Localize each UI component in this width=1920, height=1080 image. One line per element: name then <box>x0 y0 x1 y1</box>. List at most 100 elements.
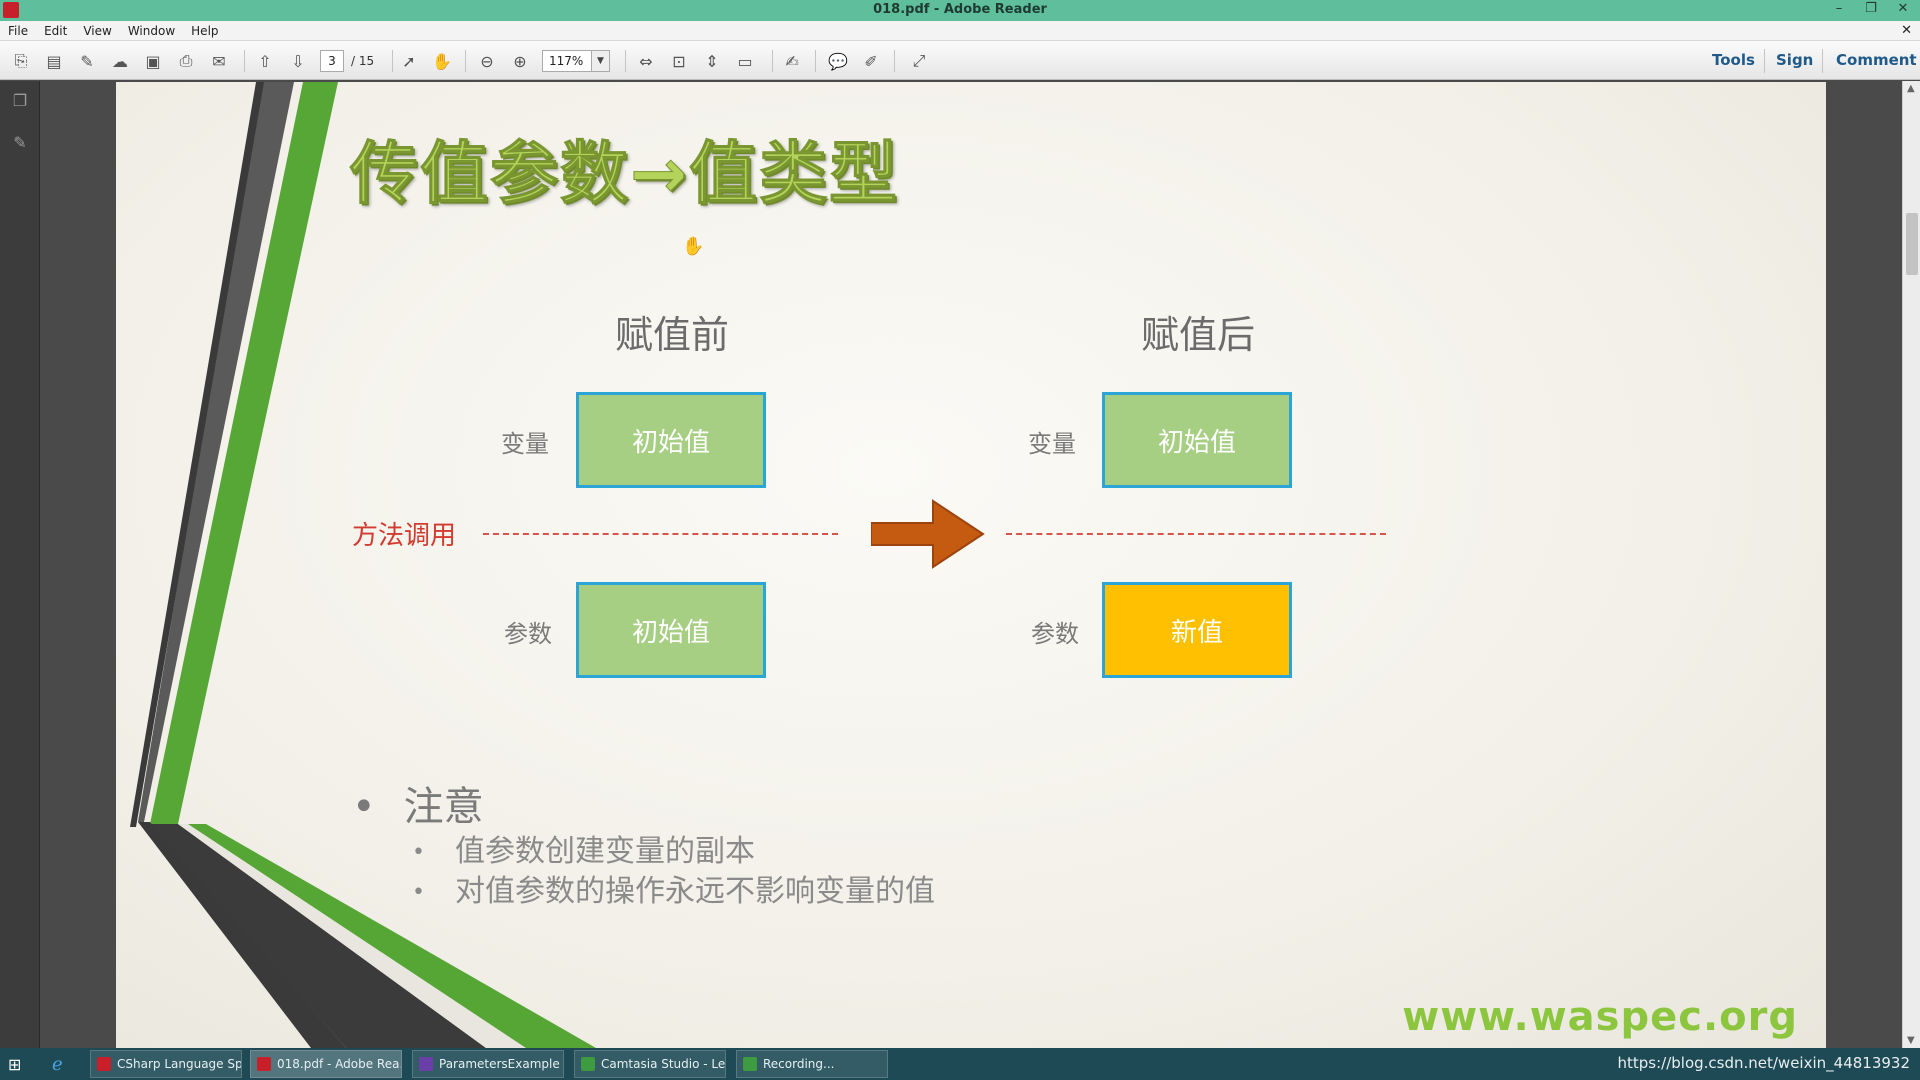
total-pages: / 15 <box>351 54 375 68</box>
taskbar-item[interactable]: Recording... <box>736 1050 888 1078</box>
highlight-icon[interactable]: ✐ <box>860 50 882 72</box>
zoom-in-icon[interactable]: ⊕ <box>509 50 531 72</box>
watermark-text: www.waspec.org <box>1402 994 1798 1040</box>
tools-button[interactable]: Tools <box>1712 51 1755 69</box>
sticky-note-icon[interactable]: 💬 <box>827 50 849 72</box>
note-heading-text: 注意 <box>403 784 484 830</box>
parameter-box-before: 初始值 <box>576 582 766 678</box>
note-item-text: 值参数创建变量的副本 <box>454 834 755 869</box>
after-assignment-heading: 赋值后 <box>1140 313 1255 357</box>
menu-window[interactable]: Window <box>120 24 183 38</box>
variable-label-after: 变量 <box>1028 430 1076 458</box>
note-item: • 对值参数的操作永远不影响变量的值 <box>412 866 935 910</box>
note-item-text: 对值参数的操作永远不影响变量的值 <box>454 874 935 909</box>
edit-pdf-icon[interactable]: ✎ <box>76 50 98 72</box>
toolbar-divider <box>894 50 895 72</box>
divider-line-left <box>483 533 838 535</box>
variable-label-before: 变量 <box>501 430 549 458</box>
menu-bar: File Edit View Window Help ✕ <box>0 21 1920 41</box>
scrollbar-thumb[interactable] <box>1906 213 1918 275</box>
bullet-dot: • <box>412 840 425 865</box>
parameter-label-before: 参数 <box>504 620 552 648</box>
taskbar-item-label: 018.pdf - Adobe Rea... <box>277 1057 402 1071</box>
menu-view[interactable]: View <box>75 24 119 38</box>
note-item: • 值参数创建变量的副本 <box>412 826 755 870</box>
zoom-out-icon[interactable]: ⊖ <box>476 50 498 72</box>
minimize-button[interactable]: – <box>1832 1 1846 16</box>
page-thumbnails-icon[interactable]: ❐ <box>10 91 30 111</box>
close-button[interactable]: ✕ <box>1896 1 1910 16</box>
bullet-dot: • <box>412 880 425 905</box>
toolbar-divider <box>1764 49 1765 73</box>
toolbar-divider <box>465 50 466 72</box>
taskbar-item-label: Camtasia Studio - Le... <box>601 1057 726 1071</box>
internet-explorer-icon[interactable]: ℯ <box>52 1054 63 1075</box>
previous-page-icon[interactable]: ⇧ <box>254 50 276 72</box>
scroll-up-icon[interactable]: ▲ <box>1907 83 1915 94</box>
note-heading: • 注意 <box>352 774 484 832</box>
select-tool-icon[interactable]: ➚ <box>398 50 420 72</box>
toolbar-divider <box>1822 49 1823 73</box>
visual-studio-icon <box>419 1057 433 1071</box>
bullet-dot: • <box>352 784 376 830</box>
window-titlebar: 018.pdf - Adobe Reader – ❐ ✕ <box>0 0 1920 21</box>
scroll-down-icon[interactable]: ▼ <box>1907 1035 1915 1046</box>
before-assignment-heading: 赋值前 <box>614 313 729 357</box>
menu-help[interactable]: Help <box>183 24 226 38</box>
fit-page-icon[interactable]: ⊡ <box>668 50 690 72</box>
next-page-icon[interactable]: ⇩ <box>287 50 309 72</box>
pdf-page: 传值参数→值类型 ✋ 赋值前 赋值后 变量 初始值 变量 初始值 方法调用 参数… <box>116 82 1826 1048</box>
zoom-dropdown-icon[interactable]: ▼ <box>592 50 610 72</box>
toolbar-divider <box>244 50 245 72</box>
fit-width-icon[interactable]: ⇔ <box>635 50 657 72</box>
taskbar-item-label: Recording... <box>763 1057 835 1071</box>
taskbar-item[interactable]: CSharp Language Sp... <box>90 1050 242 1078</box>
toolbar-divider <box>772 50 773 72</box>
toolbar-divider <box>815 50 816 72</box>
window-title: 018.pdf - Adobe Reader <box>873 2 1047 17</box>
slide-title: 传值参数→值类型 <box>350 135 899 215</box>
vertical-scrollbar[interactable]: ▲ ▼ <box>1902 81 1920 1048</box>
sign-icon[interactable]: ✍ <box>781 50 803 72</box>
parameter-label-after: 参数 <box>1031 620 1079 648</box>
print-icon[interactable]: ⎙ <box>175 50 197 72</box>
comment-button[interactable]: Comment <box>1836 51 1917 69</box>
read-mode-icon[interactable]: ▭ <box>734 50 756 72</box>
camtasia-icon <box>743 1057 757 1071</box>
method-call-label: 方法调用 <box>352 521 457 551</box>
taskbar: ⊞ ℯ CSharp Language Sp... 018.pdf - Adob… <box>0 1048 1920 1080</box>
divider-line-right <box>1006 533 1386 535</box>
windows-start-icon[interactable]: ⊞ <box>8 1055 21 1074</box>
taskbar-item-label: CSharp Language Sp... <box>117 1057 242 1071</box>
parameter-box-after: 新值 <box>1102 582 1292 678</box>
menu-file[interactable]: File <box>0 24 36 38</box>
open-icon[interactable]: ▤ <box>43 50 65 72</box>
pdf-icon <box>257 1057 271 1071</box>
document-close-button[interactable]: ✕ <box>1901 23 1912 38</box>
pdf-icon <box>97 1057 111 1071</box>
main-toolbar: ⎘ ▤ ✎ ☁ ▣ ⎙ ✉ ⇧ ⇩ 3 / 15 ➚ ✋ ⊖ ⊕ 117% ▼ … <box>0 41 1920 80</box>
taskbar-item-label: ParametersExample -... <box>439 1057 563 1071</box>
menu-edit[interactable]: Edit <box>36 24 75 38</box>
zoom-level-input[interactable]: 117% <box>542 50 592 72</box>
email-icon[interactable]: ✉ <box>208 50 230 72</box>
restore-button[interactable]: ❐ <box>1864 1 1878 16</box>
signatures-icon[interactable]: ✎ <box>10 133 30 153</box>
taskbar-item[interactable]: ParametersExample -... <box>412 1050 564 1078</box>
scrolling-mode-icon[interactable]: ⇕ <box>701 50 723 72</box>
variable-box-before: 初始值 <box>576 392 766 488</box>
full-screen-icon[interactable]: ⤢ <box>908 50 930 72</box>
overlay-url-text: https://blog.csdn.net/weixin_44813932 <box>1617 1054 1910 1072</box>
camtasia-icon <box>581 1057 595 1071</box>
variable-box-after: 初始值 <box>1102 392 1292 488</box>
hand-tool-icon[interactable]: ✋ <box>431 50 453 72</box>
save-icon[interactable]: ▣ <box>142 50 164 72</box>
taskbar-item[interactable]: Camtasia Studio - Le... <box>574 1050 726 1078</box>
sign-button[interactable]: Sign <box>1776 51 1813 69</box>
taskbar-item[interactable]: 018.pdf - Adobe Rea... <box>250 1050 402 1078</box>
toolbar-divider <box>625 50 626 72</box>
navigation-pane: ❐ ✎ <box>0 81 40 1048</box>
cloud-upload-icon[interactable]: ☁ <box>109 50 131 72</box>
page-number-input[interactable]: 3 <box>320 50 344 72</box>
create-pdf-icon[interactable]: ⎘ <box>10 50 32 72</box>
